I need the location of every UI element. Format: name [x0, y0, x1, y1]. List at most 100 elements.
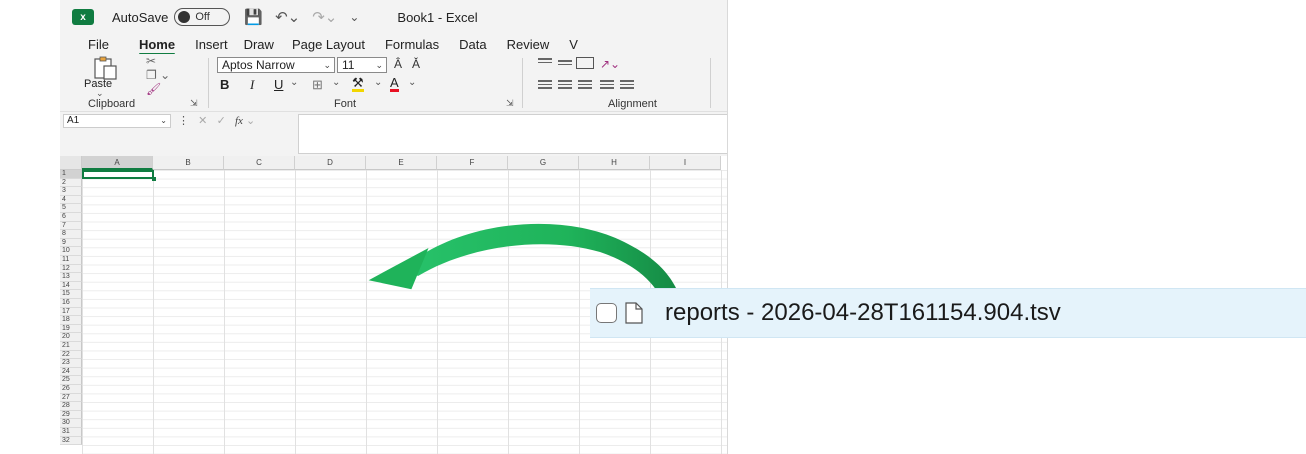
orientation-icon[interactable]: ↗⌄ — [600, 57, 620, 71]
row-header-28[interactable]: 28 — [60, 402, 82, 411]
tab-insert[interactable]: Insert — [195, 37, 228, 52]
row-header-9[interactable]: 9 — [60, 238, 82, 248]
undo-icon[interactable]: ↶⌄ — [275, 8, 300, 26]
tab-file[interactable]: File — [88, 37, 109, 52]
borders-dropdown-icon[interactable]: ⌄ — [332, 77, 340, 88]
column-header-h[interactable]: H — [579, 156, 650, 170]
row-header-7[interactable]: 7 — [60, 221, 82, 231]
more-options-icon[interactable]: ⋮ — [178, 115, 189, 127]
tab-view-partial[interactable]: V — [569, 37, 578, 52]
column-header-e[interactable]: E — [366, 156, 437, 170]
font-name-select[interactable]: Aptos Narrow ⌄ — [217, 57, 335, 73]
align-right-icon[interactable] — [578, 80, 592, 90]
tab-home[interactable]: Home — [138, 37, 176, 56]
row-header-3[interactable]: 3 — [60, 187, 82, 196]
bold-button[interactable]: B — [220, 77, 229, 92]
expand-function-icon[interactable]: ⌄ — [246, 115, 255, 127]
italic-button[interactable]: I — [250, 77, 254, 93]
row-header-6[interactable]: 6 — [60, 213, 82, 222]
tab-formulas[interactable]: Formulas — [385, 37, 439, 52]
file-list-item[interactable]: reports - 2026-04-28T161154.904.tsv — [590, 288, 1306, 338]
row-header-25[interactable]: 25 — [60, 376, 82, 385]
row-header-16[interactable]: 16 — [60, 299, 82, 308]
column-header-d[interactable]: D — [295, 156, 366, 170]
tab-review[interactable]: Review — [507, 37, 550, 52]
font-color-dropdown-icon[interactable]: ⌄ — [408, 77, 416, 88]
row-header-30[interactable]: 30 — [60, 419, 82, 428]
screenshot-stage: x AutoSave Off 💾 ↶⌄ ↷⌄ ⌄ Book1 - Excel F… — [0, 0, 1306, 454]
column-header-g[interactable]: G — [508, 156, 579, 170]
tab-data[interactable]: Data — [459, 37, 486, 52]
column-header-b[interactable]: B — [153, 156, 224, 170]
row-header-10[interactable]: 10 — [60, 247, 82, 256]
cancel-icon[interactable]: ✕ — [198, 115, 207, 127]
column-header-a[interactable]: A — [82, 156, 153, 170]
column-header-c[interactable]: C — [224, 156, 295, 170]
tab-page-layout[interactable]: Page Layout — [292, 37, 365, 52]
row-header-32[interactable]: 32 — [60, 436, 82, 446]
underline-button[interactable]: U — [274, 77, 283, 92]
align-center-icon[interactable] — [558, 80, 572, 90]
redo-icon[interactable]: ↷⌄ — [312, 8, 337, 26]
row-header-23[interactable]: 23 — [60, 359, 82, 368]
autosave-toggle[interactable]: Off — [174, 8, 231, 26]
row-header-20[interactable]: 20 — [60, 333, 82, 342]
tab-draw[interactable]: Draw — [244, 37, 274, 52]
name-box[interactable]: A1 ⌄ — [63, 114, 171, 128]
align-left-icon[interactable] — [538, 80, 552, 90]
row-header-13[interactable]: 13 — [60, 273, 82, 282]
middle-align-icon[interactable] — [558, 60, 572, 70]
row-header-12[interactable]: 12 — [60, 264, 82, 274]
column-header-i[interactable]: I — [650, 156, 721, 170]
formula-input[interactable] — [298, 114, 727, 154]
row-header-14[interactable]: 14 — [60, 281, 82, 291]
row-header-4[interactable]: 4 — [60, 195, 82, 205]
fill-color-icon[interactable]: ⚒ — [352, 76, 364, 92]
active-cell-a1[interactable] — [82, 170, 156, 181]
alignment-group-label: Alignment — [608, 98, 657, 110]
increase-indent-icon[interactable] — [620, 80, 634, 90]
column-header-f[interactable]: F — [437, 156, 508, 170]
font-size-select[interactable]: 11 ⌄ — [337, 57, 387, 73]
row-header-19[interactable]: 19 — [60, 324, 82, 334]
row-header-5[interactable]: 5 — [60, 204, 82, 213]
row-header-22[interactable]: 22 — [60, 350, 82, 360]
cut-icon[interactable]: ✂ — [146, 54, 156, 68]
borders-icon[interactable]: ⊞ — [312, 77, 323, 93]
save-icon[interactable]: 💾 — [244, 8, 263, 26]
top-align-icon[interactable] — [538, 58, 552, 68]
row-header-18[interactable]: 18 — [60, 316, 82, 325]
paste-icon[interactable] — [92, 56, 118, 80]
row-header-21[interactable]: 21 — [60, 342, 82, 351]
autosave-state: Off — [195, 11, 210, 23]
font-color-icon[interactable]: A — [390, 76, 399, 92]
row-header-17[interactable]: 17 — [60, 307, 82, 317]
file-checkbox[interactable] — [596, 303, 617, 323]
underline-dropdown-icon[interactable]: ⌄ — [290, 77, 298, 88]
row-header-1[interactable]: 1 — [60, 170, 82, 179]
row-header-2[interactable]: 2 — [60, 178, 82, 188]
enter-icon[interactable]: ✓ — [217, 115, 226, 127]
fill-color-dropdown-icon[interactable]: ⌄ — [374, 77, 382, 88]
customize-quick-access-icon[interactable]: ⌄ — [349, 10, 359, 24]
decrease-indent-icon[interactable] — [600, 80, 614, 90]
row-header-24[interactable]: 24 — [60, 367, 82, 377]
decrease-font-size-icon[interactable]: Ǎ — [412, 57, 420, 71]
row-header-26[interactable]: 26 — [60, 385, 82, 394]
row-header-27[interactable]: 27 — [60, 393, 82, 403]
chevron-down-icon: ⌄ — [160, 116, 167, 125]
font-launcher-icon[interactable]: ⇲ — [506, 98, 514, 109]
row-header-31[interactable]: 31 — [60, 428, 82, 437]
increase-font-size-icon[interactable]: Â — [394, 57, 402, 71]
row-header-15[interactable]: 15 — [60, 290, 82, 299]
row-header-11[interactable]: 11 — [60, 256, 82, 265]
document-title: Book1 - Excel — [397, 9, 478, 25]
insert-function-icon[interactable]: fx — [235, 115, 243, 127]
row-header-29[interactable]: 29 — [60, 410, 82, 420]
format-painter-icon[interactable]: 🖌 — [146, 82, 161, 96]
copy-icon[interactable]: ❐ ⌄ — [146, 68, 170, 82]
clipboard-launcher-icon[interactable]: ⇲ — [190, 98, 198, 109]
bottom-align-icon[interactable] — [576, 57, 594, 69]
select-all-corner[interactable] — [60, 156, 82, 170]
row-header-8[interactable]: 8 — [60, 230, 82, 239]
